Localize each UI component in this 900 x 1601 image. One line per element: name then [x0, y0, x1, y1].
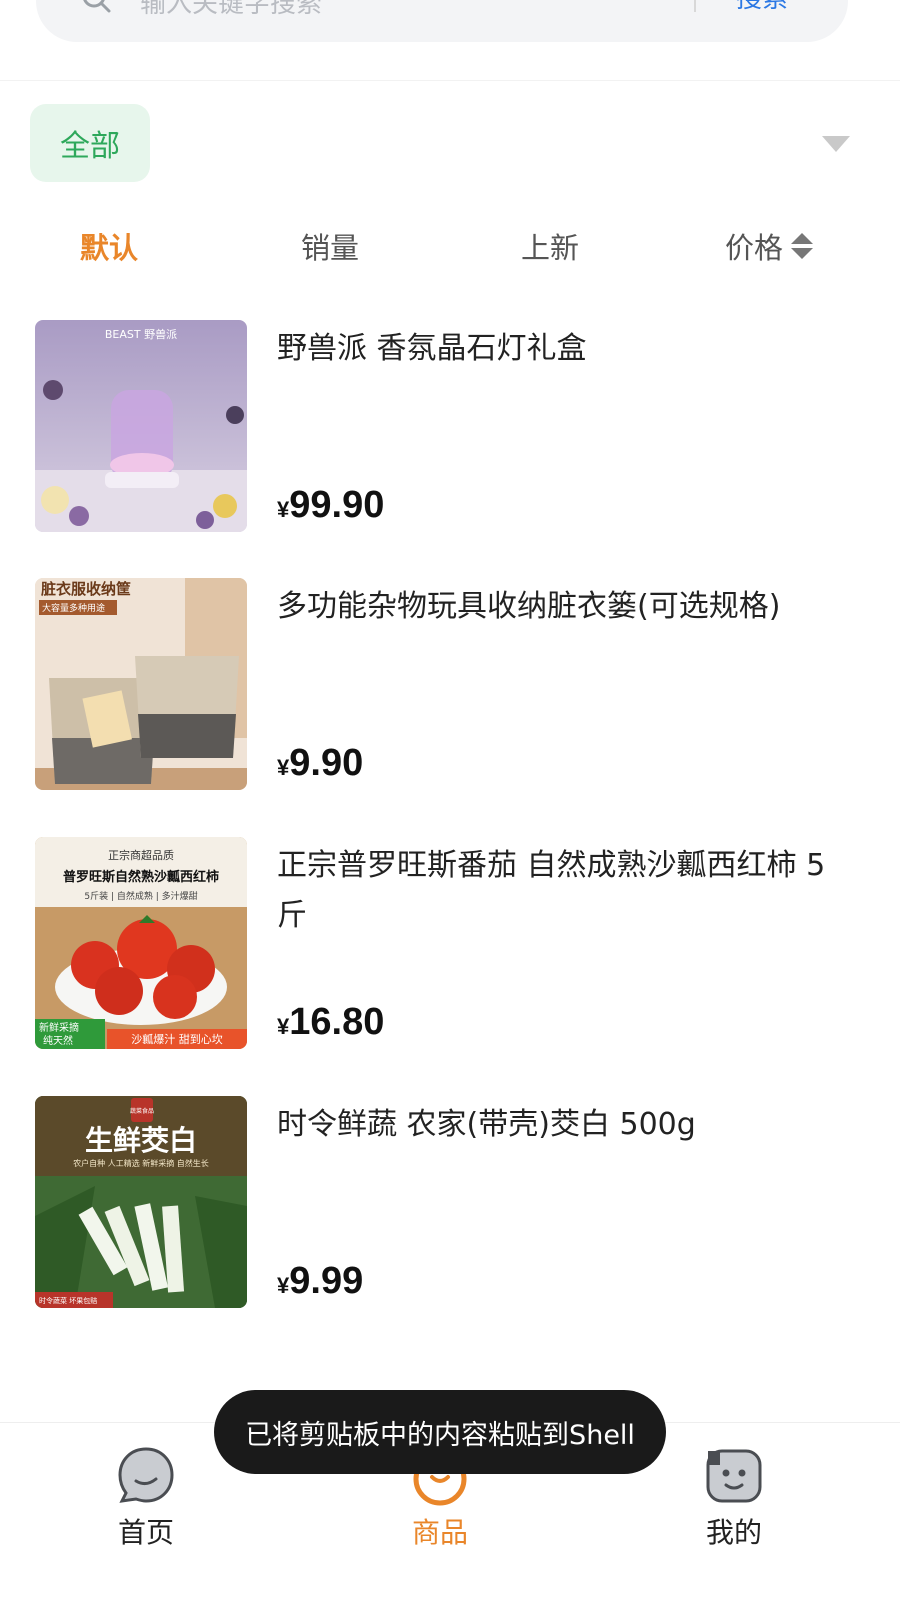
thumb-line2: 普罗旺斯自然熟沙瓤西红柿 [63, 869, 219, 885]
thumb-sub: 农户自种 人工精选 新鲜采摘 自然生长 [73, 1158, 209, 1168]
tab-new[interactable]: 上新 [521, 220, 579, 276]
category-dropdown-icon[interactable] [822, 136, 850, 152]
profile-face-icon [706, 1449, 762, 1503]
thumb-sub-text: 大容量多种用途 [42, 602, 105, 614]
product-item[interactable]: 脏衣服收纳筐 大容量多种用途 多功能杂物玩具收纳脏衣篓(可选规格) ¥9.90 [35, 578, 865, 790]
product-thumbnail[interactable]: 脏衣服收纳筐 大容量多种用途 [35, 578, 247, 790]
product-thumbnail[interactable]: 蔬菜食品 生鲜茭白 农户自种 人工精选 新鲜采摘 自然生长 时令蔬菜 坏果包赔 [35, 1096, 247, 1308]
thumb-footer: 时令蔬菜 坏果包赔 [39, 1296, 97, 1305]
product-thumbnail[interactable]: BEAST 野兽派 [35, 320, 247, 532]
category-chip-all[interactable]: 全部 [30, 104, 150, 182]
thumb-badge2: 纯天然 [43, 1034, 73, 1047]
thumb-brand-text: BEAST 野兽派 [105, 327, 177, 341]
thumb-line3: 5斤装 | 自然成熟 | 多汁爆甜 [84, 890, 197, 902]
product-price: ¥9.90 [277, 742, 364, 784]
thumb-badge1: 新鲜采摘 [39, 1021, 79, 1034]
product-item[interactable]: 蔬菜食品 生鲜茭白 农户自种 人工精选 新鲜采摘 自然生长 时令蔬菜 坏果包赔 … [35, 1096, 865, 1308]
sort-tabs: 默认 销量 上新 价格 [0, 220, 900, 276]
thumb-title: 生鲜茭白 [85, 1124, 197, 1157]
product-item[interactable]: BEAST 野兽派 野兽派 香氛晶石灯礼盒 ¥99.90 [35, 320, 865, 532]
thumb-banner: 沙瓤爆汁 甜到心坎 [131, 1032, 223, 1046]
search-bar: 搜索 [0, 0, 900, 81]
tab-default[interactable]: 默认 [80, 220, 138, 276]
product-name: 正宗普罗旺斯番茄 自然成熟沙瓤西红柿 5 斤 [277, 848, 826, 933]
nav-home-label: 首页 [117, 1516, 174, 1549]
search-box[interactable]: 搜索 [36, 0, 848, 42]
nav-profile[interactable]: 我的 [634, 1423, 834, 1601]
search-button[interactable]: 搜索 [736, 0, 788, 15]
thumb-line1: 正宗商超品质 [108, 848, 174, 862]
search-icon [83, 0, 111, 13]
home-chat-icon [118, 1447, 174, 1503]
nav-profile-label: 我的 [705, 1516, 762, 1549]
product-price: ¥16.80 [277, 1001, 385, 1043]
thumb-seal: 蔬菜食品 [130, 1107, 154, 1115]
product-name: 多功能杂物玩具收纳脏衣篓(可选规格) [277, 589, 781, 624]
sort-arrows-icon [791, 233, 814, 261]
search-divider [694, 0, 696, 12]
nav-goods-label: 商品 [411, 1516, 468, 1549]
toast-message: 已将剪贴板中的内容粘贴到Shell [214, 1390, 666, 1474]
search-input[interactable] [140, 0, 660, 24]
thumb-title-text: 脏衣服收纳筐 [41, 580, 131, 598]
product-name: 时令鲜蔬 农家(带壳)茭白 500g [277, 1107, 696, 1142]
product-item[interactable]: 正宗商超品质 普罗旺斯自然熟沙瓤西红柿 5斤装 | 自然成熟 | 多汁爆甜 新鲜… [35, 837, 865, 1049]
product-thumbnail[interactable]: 正宗商超品质 普罗旺斯自然熟沙瓤西红柿 5斤装 | 自然成熟 | 多汁爆甜 新鲜… [35, 837, 247, 1049]
product-price: ¥9.99 [277, 1260, 364, 1302]
product-price: ¥99.90 [277, 484, 385, 526]
tab-price[interactable]: 价格 [725, 220, 814, 276]
tab-price-label: 价格 [725, 231, 784, 265]
nav-home[interactable]: 首页 [46, 1423, 246, 1601]
product-name: 野兽派 香氛晶石灯礼盒 [277, 331, 587, 366]
tab-sales[interactable]: 销量 [301, 220, 359, 276]
